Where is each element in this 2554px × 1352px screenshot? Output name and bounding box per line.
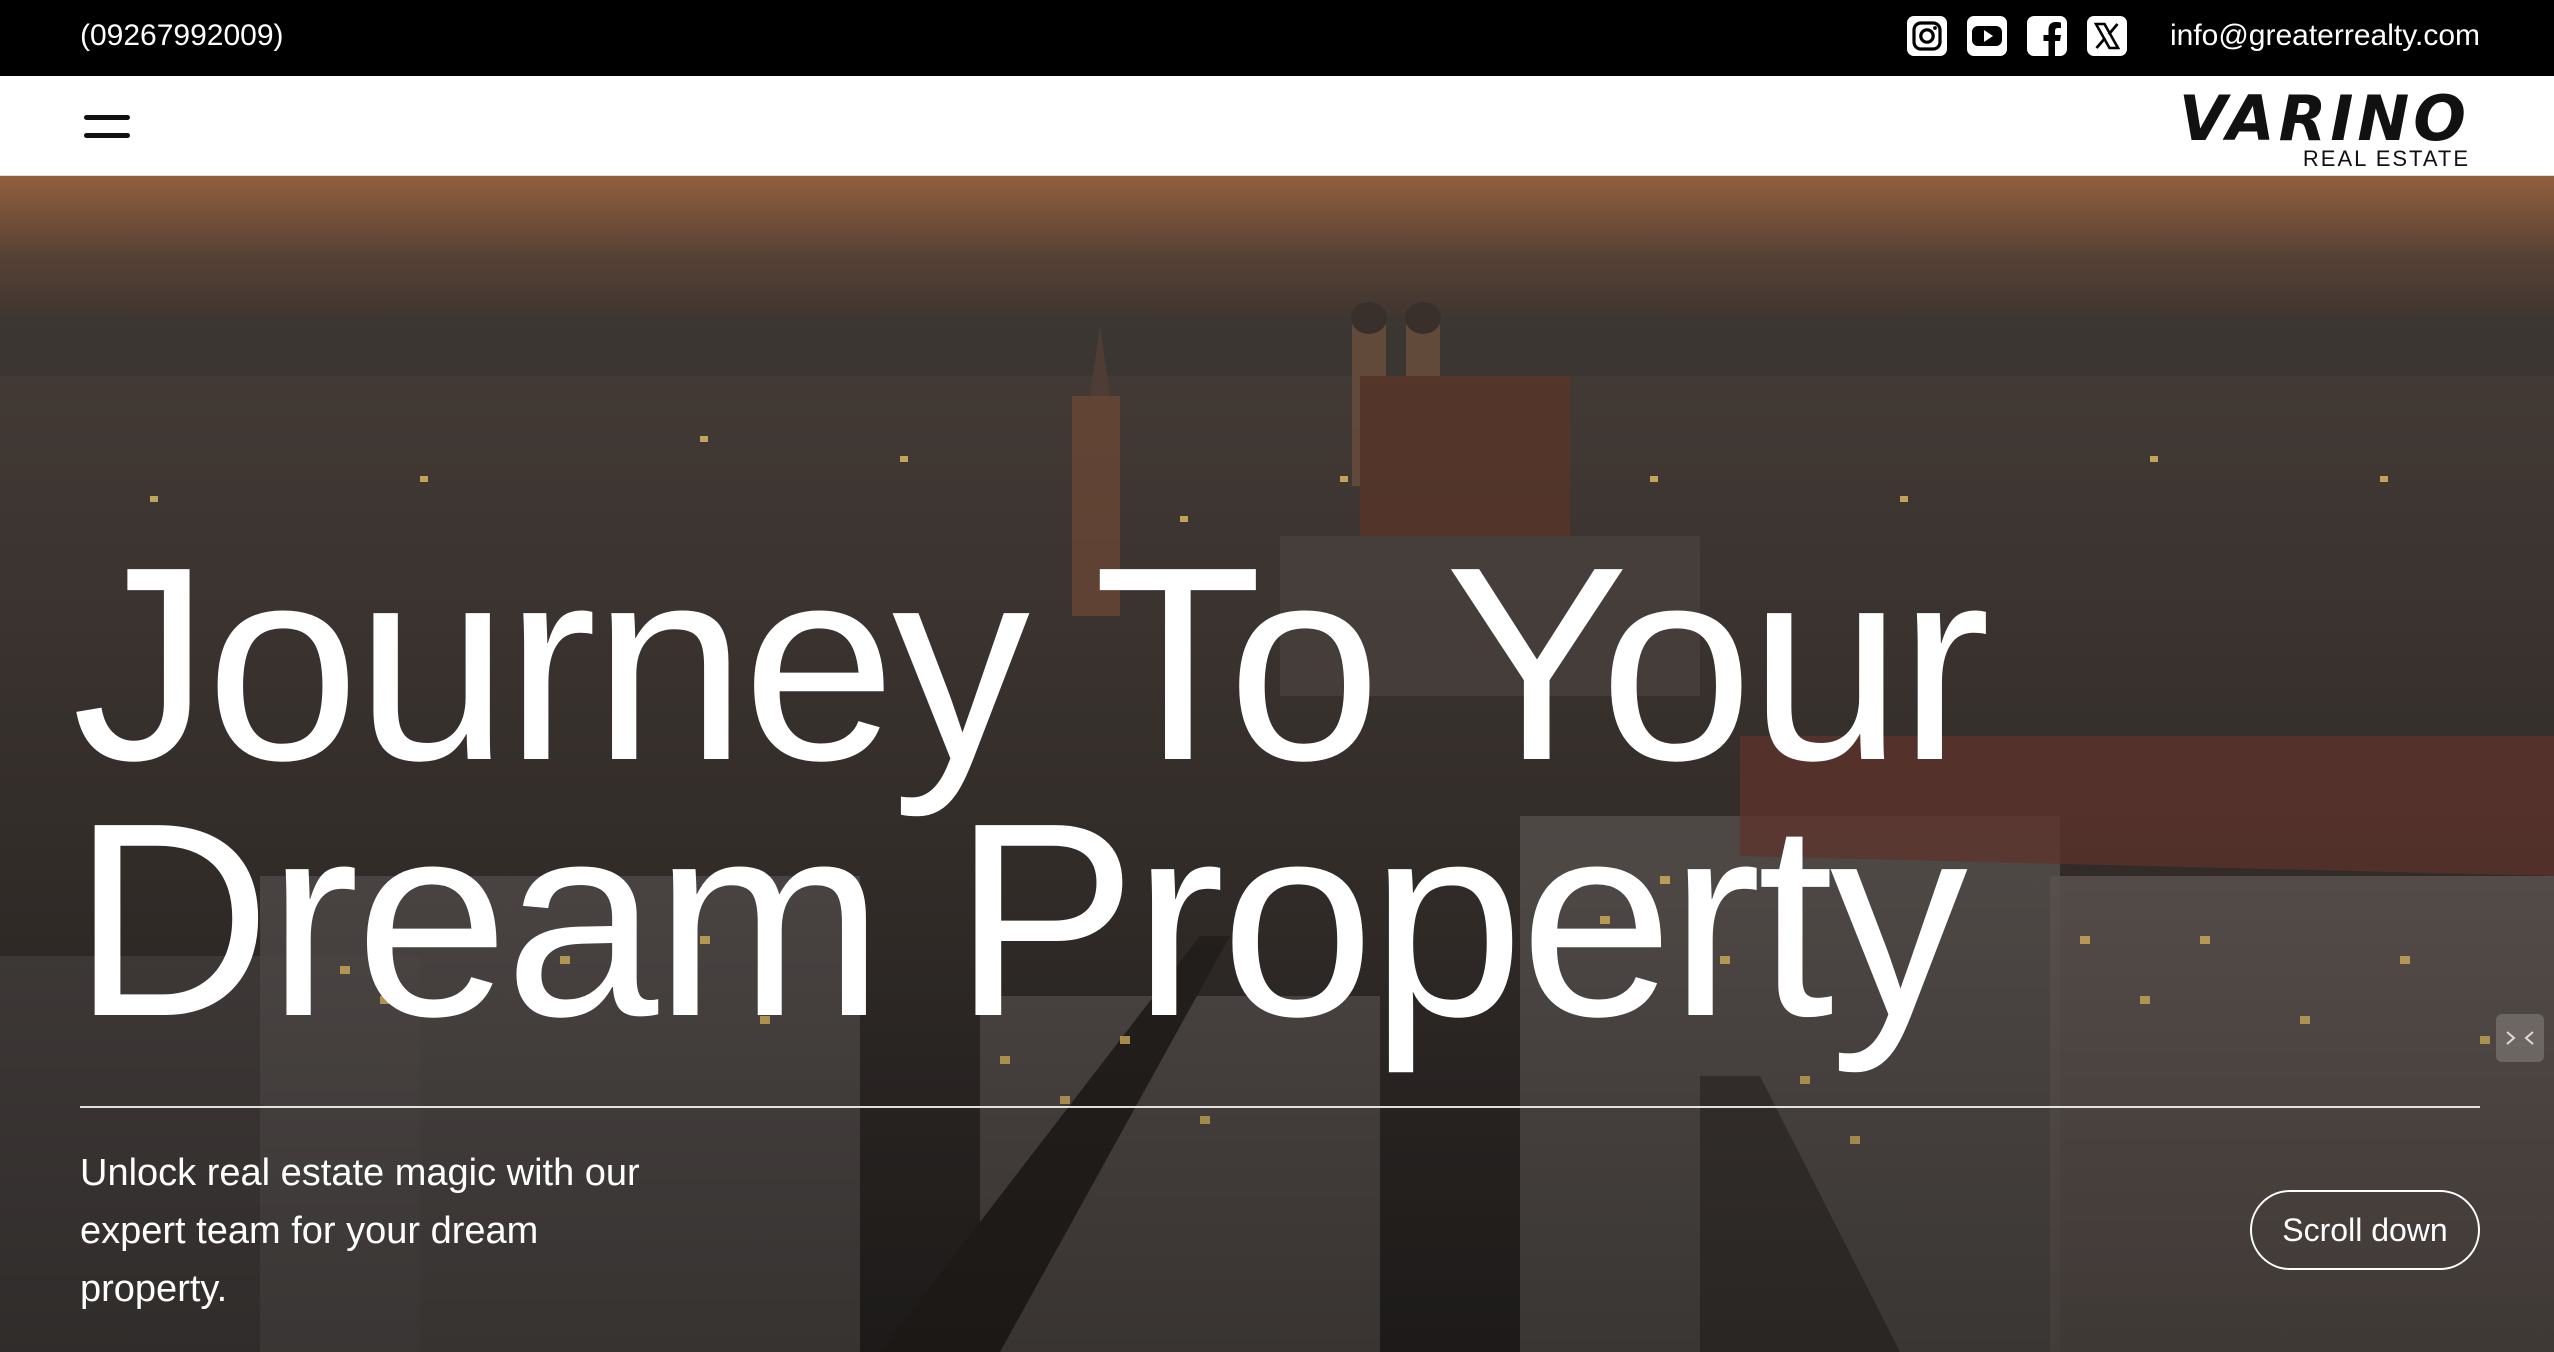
scroll-down-button[interactable]: Scroll down xyxy=(2250,1190,2480,1270)
site-logo[interactable]: VARINO REAL ESTATE xyxy=(2130,82,2470,170)
hero-tagline: Unlock real estate magic with our expert… xyxy=(80,1152,640,1310)
facebook-icon[interactable] xyxy=(2026,14,2068,58)
hero-section: Journey To Your Dream Property Unlock re… xyxy=(0,176,2554,1352)
collapse-arrows-icon[interactable] xyxy=(2496,1014,2544,1062)
x-icon[interactable] xyxy=(2086,14,2128,58)
instagram-icon[interactable] xyxy=(1906,14,1948,58)
headline-line-1: Journey To Your xyxy=(72,510,1990,818)
headline-line-2: Dream Property xyxy=(72,766,1968,1074)
hero-headline: Journey To Your Dream Property xyxy=(72,510,2072,1074)
email-link[interactable]: info@greaterrealty.com xyxy=(2170,18,2480,54)
hero-divider xyxy=(80,1106,2480,1108)
phone-number[interactable]: (09267992009) xyxy=(80,18,284,54)
logo-brand: VARINO xyxy=(2178,82,2470,155)
hamburger-menu-icon[interactable] xyxy=(84,106,136,146)
top-contact-bar: (09267992009) info@greaterrealty.com xyxy=(0,0,2554,76)
social-links xyxy=(1906,14,2128,58)
main-navbar: VARINO REAL ESTATE xyxy=(0,76,2554,176)
youtube-icon[interactable] xyxy=(1966,14,2008,58)
